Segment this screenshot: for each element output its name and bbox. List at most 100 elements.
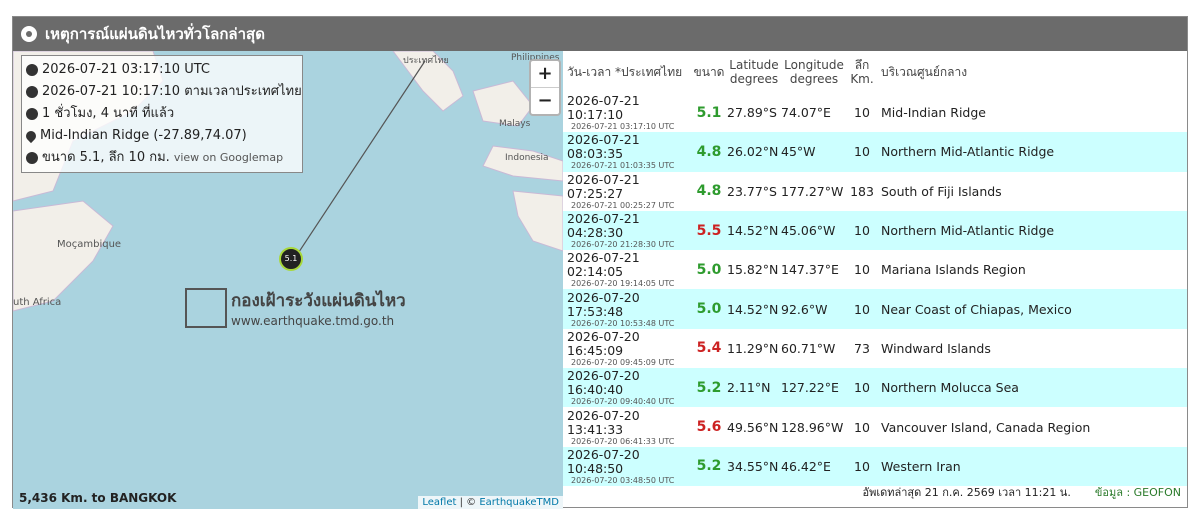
utc-time: 2026-07-21 03:17:10 UTC	[42, 62, 210, 77]
table-row[interactable]: 2026-07-20 17:53:48 2026-07-20 10:53:48 U…	[563, 289, 1187, 329]
quake-rows: 2026-07-21 10:17:10 2026-07-21 03:17:10 U…	[563, 93, 1187, 486]
cell-depth: 10	[847, 289, 877, 329]
local-datetime: 2026-07-21 08:03:35	[567, 132, 640, 162]
map-label-malaysia: Malays	[499, 119, 531, 129]
tmd-link[interactable]: EarthquakeTMD	[479, 497, 559, 508]
cell-depth: 10	[847, 368, 877, 408]
table-row[interactable]: 2026-07-20 10:48:50 2026-07-20 03:48:50 U…	[563, 446, 1187, 486]
attribution-separator: | ©	[456, 497, 480, 508]
title-bar: เหตุการณ์แผ่นดินไหวทั่วโลกล่าสุด	[13, 17, 1187, 51]
cell-datetime: 2026-07-21 10:17:10 2026-07-21 03:17:10 U…	[563, 93, 691, 132]
cell-datetime: 2026-07-21 02:14:05 2026-07-20 19:14:05 U…	[563, 250, 691, 289]
quake-table: วัน-เวลา *ประเทศไทย ขนาด Latitude degree…	[563, 51, 1187, 486]
cell-region: Mid-Indian Ridge	[881, 105, 986, 121]
local-time: 2026-07-21 10:17:10 ตามเวลาประเทศไทย	[42, 84, 302, 99]
table-row[interactable]: 2026-07-21 02:14:05 2026-07-20 19:14:05 U…	[563, 250, 1187, 289]
local-datetime: 2026-07-20 13:41:33	[567, 407, 640, 437]
cell-region: Western Iran	[877, 446, 1187, 486]
table-row[interactable]: 2026-07-21 04:28:30 2026-07-20 21:28:30 U…	[563, 210, 1187, 251]
table-row[interactable]: 2026-07-21 07:25:27 2026-07-21 00:25:27 U…	[563, 172, 1187, 211]
table-row[interactable]: 2026-07-20 13:41:33 2026-07-20 06:41:33 U…	[563, 407, 1187, 446]
cell-depth: 183	[850, 183, 874, 199]
table-row[interactable]: 2026-07-21 10:17:10 2026-07-21 03:17:10 U…	[563, 93, 1187, 132]
table-row[interactable]: 2026-07-20 16:45:09 2026-07-20 09:45:09 U…	[563, 329, 1187, 368]
local-datetime: 2026-07-21 07:25:27	[567, 171, 640, 201]
last-updated: อัพเดทล่าสุด 21 ก.ค. 2569 เวลา 11:21 น.	[862, 486, 1071, 499]
cell-latitude: 14.52°N	[727, 210, 781, 251]
cell-region: South of Fiji Islands	[881, 183, 1002, 199]
cell-region: Northern Mid-Atlantic Ridge	[877, 210, 1187, 251]
cell-depth: 73	[854, 340, 870, 356]
cell-magnitude: 5.2	[691, 446, 727, 486]
map-view[interactable]: ประเทศไทย Philippines Malays Indonesia M…	[13, 51, 563, 509]
cell-latitude: 23.77°S	[727, 183, 777, 199]
map-label-thailand: ประเทศไทย	[403, 56, 449, 66]
cell-depth: 10	[854, 419, 870, 435]
cell-latitude: 26.02°N	[727, 132, 781, 172]
quake-table-wrap: วัน-เวลา *ประเทศไทย ขนาด Latitude degree…	[563, 51, 1187, 509]
cell-latitude: 15.82°N	[727, 262, 779, 278]
watermark-name: กองเฝ้าระวังแผ่นดินไหว	[231, 291, 406, 311]
cell-region: Mariana Islands Region	[881, 262, 1026, 278]
cell-region: Northern Mid-Atlantic Ridge	[877, 132, 1187, 172]
cell-magnitude: 5.4	[696, 340, 722, 357]
cell-magnitude: 5.5	[691, 210, 727, 251]
cell-depth: 10	[847, 210, 877, 251]
quake-marker[interactable]: 5.1	[279, 247, 303, 271]
cell-datetime: 2026-07-21 08:03:35 2026-07-21 01:03:35 U…	[563, 132, 691, 172]
location-pin-icon	[23, 128, 39, 144]
local-datetime: 2026-07-20 16:45:09	[567, 328, 640, 358]
cell-longitude: 60.71°W	[781, 340, 836, 356]
page-title: เหตุการณ์แผ่นดินไหวทั่วโลกล่าสุด	[45, 25, 265, 43]
googlemap-link[interactable]: view on Googlemap	[174, 147, 283, 169]
utc-datetime: 2026-07-20 10:53:48 UTC	[571, 318, 675, 328]
cell-datetime: 2026-07-20 16:45:09 2026-07-20 09:45:09 U…	[563, 329, 691, 368]
utc-datetime: 2026-07-20 19:14:05 UTC	[571, 279, 675, 289]
cell-longitude: 177.27°W	[781, 183, 844, 199]
cell-latitude: 27.89°S	[727, 105, 777, 121]
table-header-row: วัน-เวลา *ประเทศไทย ขนาด Latitude degree…	[563, 51, 1187, 93]
col-mag: ขนาด	[693, 65, 725, 79]
local-datetime: 2026-07-20 16:40:40	[567, 368, 640, 398]
local-datetime: 2026-07-20 10:48:50	[567, 446, 640, 476]
info-icon	[26, 152, 38, 164]
map-attribution: Leaflet | © EarthquakeTMD	[418, 496, 563, 509]
cell-latitude: 34.55°N	[727, 446, 781, 486]
cell-depth: 10	[854, 262, 870, 278]
zoom-out-button[interactable]: −	[531, 88, 559, 114]
stopwatch-icon	[26, 108, 38, 120]
leaflet-link[interactable]: Leaflet	[422, 497, 456, 508]
earthquake-panel: เหตุการณ์แผ่นดินไหวทั่วโลกล่าสุด ประเทศไ…	[12, 16, 1188, 509]
cell-latitude: 2.11°N	[727, 368, 781, 408]
cell-longitude: 74.07°E	[781, 105, 831, 121]
quake-info-box: 2026-07-21 03:17:10 UTC 2026-07-21 10:17…	[21, 55, 303, 173]
map-label-indonesia: Indonesia	[505, 153, 549, 163]
clock-icon	[26, 64, 38, 76]
cell-longitude: 45°W	[781, 132, 847, 172]
tmd-watermark: กองเฝ้าระวังแผ่นดินไหว www.earthquake.tm…	[185, 287, 406, 328]
utc-datetime: 2026-07-21 00:25:27 UTC	[571, 200, 675, 210]
utc-datetime: 2026-07-20 09:40:40 UTC	[571, 397, 675, 407]
map-label-south-africa: uth Africa	[13, 297, 62, 308]
utc-datetime: 2026-07-20 21:28:30 UTC	[571, 240, 675, 250]
table-row[interactable]: 2026-07-20 16:40:40 2026-07-20 09:40:40 U…	[563, 368, 1187, 408]
quake-detail: ขนาด 5.1, ลึก 10 กม.	[42, 150, 170, 165]
zoom-in-button[interactable]: +	[531, 61, 559, 88]
local-datetime: 2026-07-20 17:53:48	[567, 289, 640, 319]
cell-latitude: 14.52°N	[727, 289, 781, 329]
cell-longitude: 46.42°E	[781, 446, 847, 486]
cell-magnitude: 5.0	[696, 261, 722, 278]
distance-to-bangkok: 5,436 Km. to BANGKOK	[19, 491, 177, 505]
col-depth: ลึก Km.	[850, 58, 874, 86]
data-source: ข้อมูล : GEOFON	[1094, 486, 1181, 499]
cell-region: Windward Islands	[881, 340, 991, 356]
table-row[interactable]: 2026-07-21 08:03:35 2026-07-21 01:03:35 U…	[563, 132, 1187, 172]
cell-region: Northern Molucca Sea	[877, 368, 1187, 408]
utc-datetime: 2026-07-20 09:45:09 UTC	[571, 357, 675, 367]
clock-icon	[26, 86, 38, 98]
cell-magnitude: 5.2	[691, 368, 727, 408]
col-region: บริเวณศูนย์กลาง	[881, 65, 968, 79]
cell-datetime: 2026-07-21 04:28:30 2026-07-20 21:28:30 U…	[563, 210, 691, 251]
cell-longitude: 147.37°E	[781, 262, 839, 278]
cell-magnitude: 5.1	[696, 104, 722, 121]
